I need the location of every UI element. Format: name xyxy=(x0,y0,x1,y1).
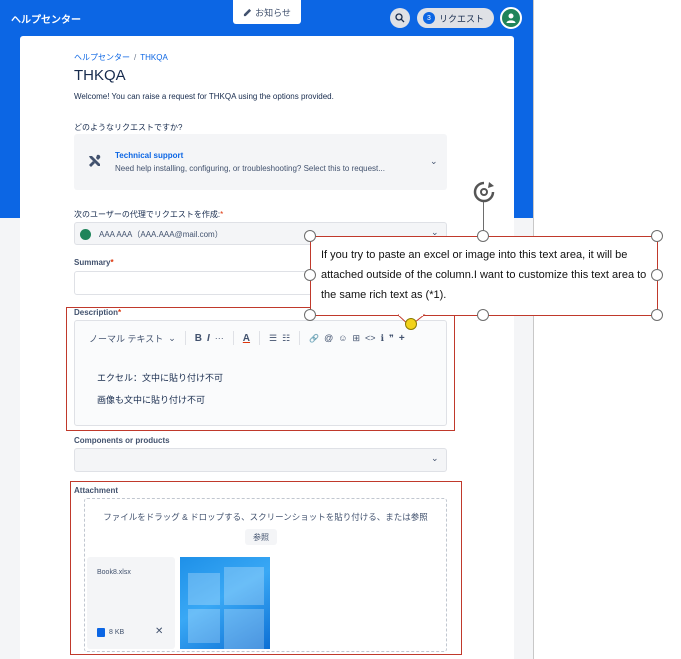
request-type-label: どのようなリクエストですか? xyxy=(74,123,183,132)
resize-handle-bottom-left[interactable] xyxy=(304,309,316,321)
resize-handle-bottom-right[interactable] xyxy=(651,309,663,321)
resize-handle-top-left[interactable] xyxy=(304,230,316,242)
callout-text: If you try to paste an excel or image in… xyxy=(321,249,647,301)
breadcrumb-separator: / xyxy=(134,53,137,62)
user-avatar[interactable] xyxy=(500,7,522,29)
annotation-callout: If you try to paste an excel or image in… xyxy=(310,236,658,316)
components-label: Components or products xyxy=(74,436,170,445)
breadcrumb-current[interactable]: THKQA xyxy=(140,53,168,62)
request-type-description: Need help installing, configuring, or tr… xyxy=(115,164,385,173)
components-select[interactable]: ⌄ xyxy=(74,448,447,472)
on-behalf-label-text: 次のユーザーの代理でリクエストを作成: xyxy=(74,210,221,219)
chevron-down-icon: ⌄ xyxy=(431,453,439,463)
avatar-icon xyxy=(80,229,91,240)
tools-icon xyxy=(89,154,101,167)
on-behalf-label: 次のユーザーの代理でリクエストを作成:* xyxy=(74,209,223,220)
avatar-icon xyxy=(506,13,516,23)
required-mark: * xyxy=(220,210,224,219)
notice-label: お知らせ xyxy=(255,7,291,18)
required-mark: * xyxy=(110,258,114,267)
resize-handle-top-right[interactable] xyxy=(651,230,663,242)
resize-handle-bottom[interactable] xyxy=(477,309,489,321)
attachment-highlight-box xyxy=(70,481,462,655)
help-center-link[interactable]: ヘルプセンター xyxy=(11,11,81,26)
callout-pointer-handle[interactable] xyxy=(405,318,417,330)
chevron-down-icon: ⌄ xyxy=(430,156,438,166)
welcome-text: Welcome! You can raise a request for THK… xyxy=(74,92,334,101)
description-highlight-box xyxy=(66,307,455,431)
requests-button[interactable]: 3 リクエスト xyxy=(417,8,494,28)
search-icon xyxy=(395,13,405,23)
search-button[interactable] xyxy=(390,8,410,28)
page-title: THKQA xyxy=(74,67,126,84)
resize-handle-top[interactable] xyxy=(477,230,489,242)
summary-label-text: Summary xyxy=(74,258,111,267)
request-type-name: Technical support xyxy=(115,151,184,160)
breadcrumb: ヘルプセンター / THKQA xyxy=(74,52,168,63)
request-type-selector[interactable]: Technical support Need help installing, … xyxy=(74,134,447,190)
pencil-icon xyxy=(243,8,252,16)
resize-handle-right[interactable] xyxy=(651,269,663,281)
breadcrumb-home[interactable]: ヘルプセンター xyxy=(74,53,130,62)
requests-count-badge: 3 xyxy=(423,12,435,24)
summary-label: Summary* xyxy=(74,258,114,267)
requests-label: リクエスト xyxy=(439,13,485,24)
rotate-icon[interactable] xyxy=(472,180,496,204)
resize-handle-left[interactable] xyxy=(304,269,316,281)
notice-tab[interactable]: お知らせ xyxy=(233,0,301,24)
on-behalf-value: AAA AAA（AAA.AAA@mail.com） xyxy=(99,230,223,239)
